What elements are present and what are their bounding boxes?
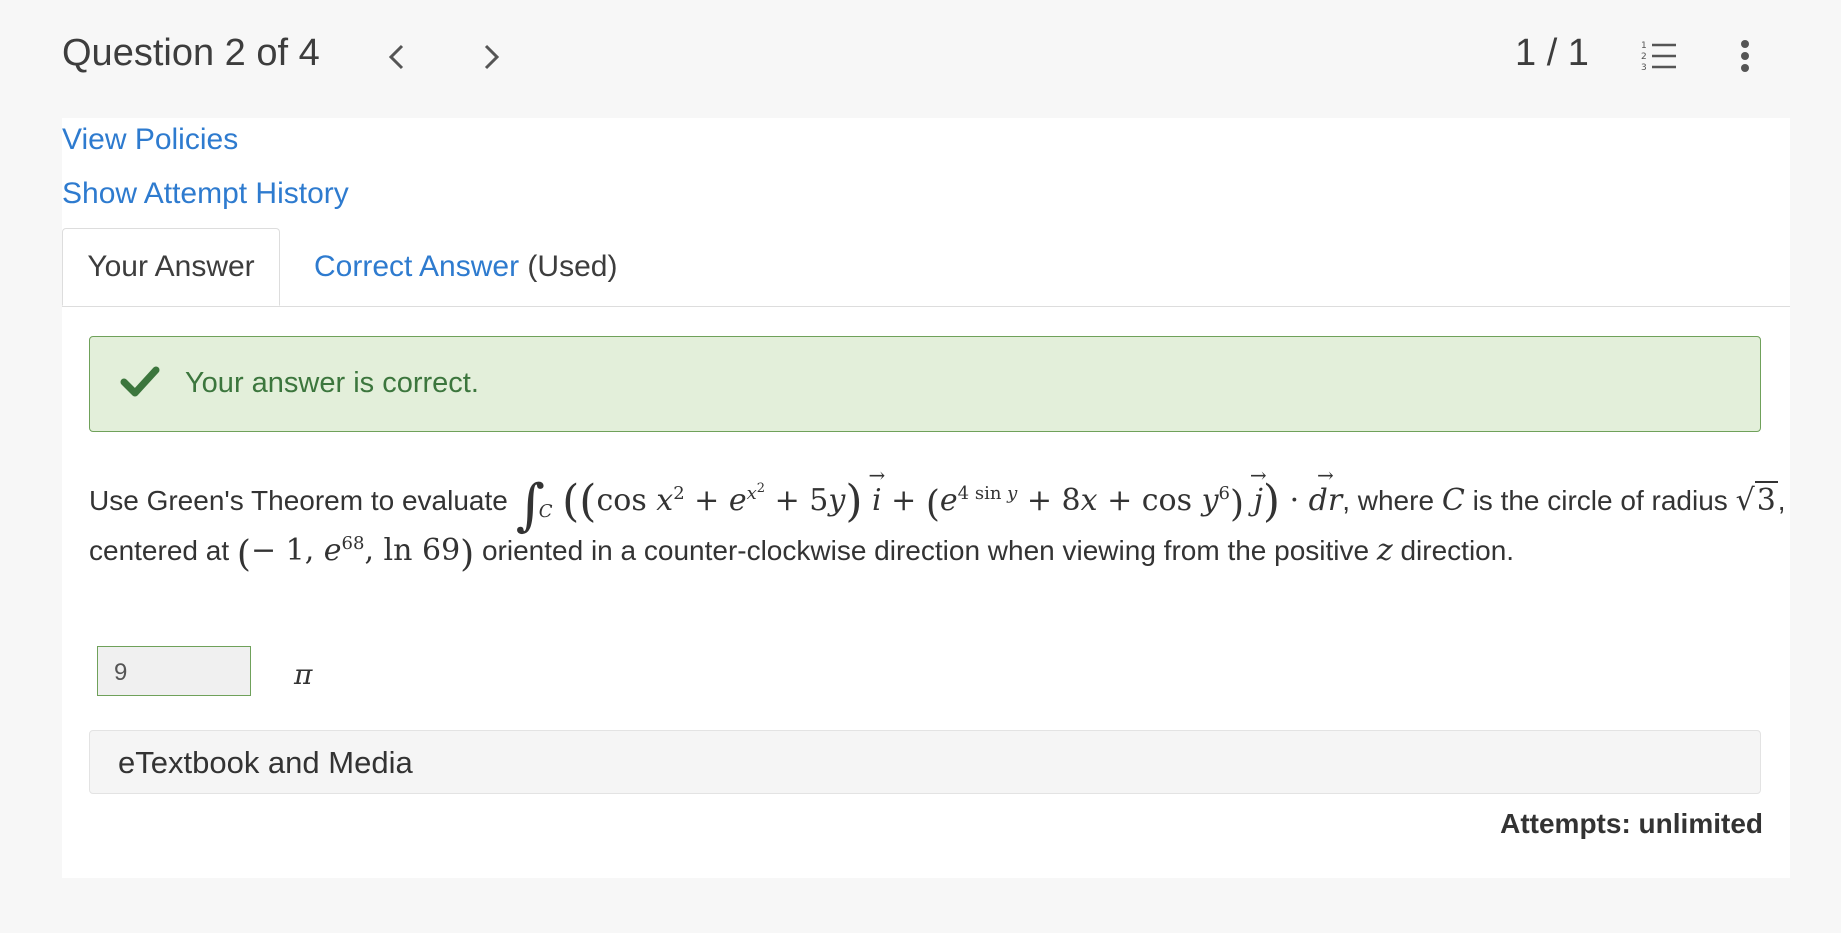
- used-label: (Used): [519, 250, 618, 283]
- question-text: Use Green's Theorem to evaluate ∫C ((cos…: [89, 473, 1786, 575]
- tab-your-answer[interactable]: Your Answer: [62, 228, 280, 306]
- alert-message: Your answer is correct.: [185, 367, 479, 399]
- curve-variable: C: [1441, 483, 1465, 518]
- view-policies-link[interactable]: View Policies: [62, 123, 238, 157]
- oriented-text: oriented in a counter-clockwise directio…: [481, 535, 1370, 566]
- center-point-expression: (− 1, e68, ln 69): [236, 533, 475, 575]
- tab-correct-answer[interactable]: Correct Answer (Used): [314, 228, 617, 306]
- more-options-button[interactable]: [1730, 36, 1760, 76]
- svg-text:1: 1: [1641, 41, 1647, 51]
- direction-text: direction.: [1400, 535, 1515, 566]
- radius-expression: √3: [1735, 481, 1778, 518]
- svg-text:3: 3: [1641, 63, 1647, 73]
- etextbook-media-label: eTextbook and Media: [118, 745, 413, 780]
- radius-value: 3: [1754, 481, 1778, 518]
- correct-answer-alert: Your answer is correct.: [89, 336, 1761, 432]
- question-line-1: Use Green's Theorem to evaluate ∫C ((cos…: [89, 473, 1786, 538]
- answer-unit: π: [294, 658, 313, 691]
- numbered-list-icon: 1 2 3: [1641, 41, 1676, 73]
- etextbook-media-panel[interactable]: eTextbook and Media: [89, 730, 1761, 794]
- answer-tabs: Your Answer Correct Answer (Used): [62, 228, 1790, 307]
- correct-answer-link[interactable]: Correct Answer: [314, 250, 519, 284]
- page-count: 1 / 1: [1515, 32, 1589, 74]
- show-attempt-history-link[interactable]: Show Attempt History: [62, 177, 349, 211]
- svg-text:2: 2: [1641, 52, 1647, 62]
- question-prefix: Use Green's Theorem to evaluate: [89, 485, 508, 516]
- chevron-right-icon: [484, 44, 500, 70]
- chevron-left-icon: [388, 44, 404, 70]
- question-counter: Question 2 of 4: [62, 32, 320, 74]
- answer-input[interactable]: 9: [97, 646, 251, 696]
- checkmark-icon: [120, 366, 160, 397]
- question-line-2: centered at (− 1, e68, ln 69) oriented i…: [89, 533, 1514, 575]
- centered-text: centered at: [89, 535, 230, 566]
- circle-text: is the circle of radius: [1472, 485, 1728, 516]
- question-list-button[interactable]: 1 2 3: [1640, 38, 1680, 74]
- where-text: , where: [1342, 485, 1435, 516]
- question-card: View Policies Show Attempt History Your …: [62, 118, 1790, 878]
- attempts-label: Attempts: unlimited: [1500, 808, 1763, 839]
- next-question-button[interactable]: [476, 38, 506, 76]
- question-header: Question 2 of 4 1 / 1 1 2 3: [0, 0, 1841, 118]
- previous-question-button[interactable]: [382, 38, 412, 76]
- more-vertical-icon: [1741, 40, 1749, 72]
- axis-variable: z: [1376, 533, 1393, 568]
- line-integral-expression: ∫C ((cos x2 + ex2 + 5y) i + (e4 sin y + …: [516, 473, 1343, 538]
